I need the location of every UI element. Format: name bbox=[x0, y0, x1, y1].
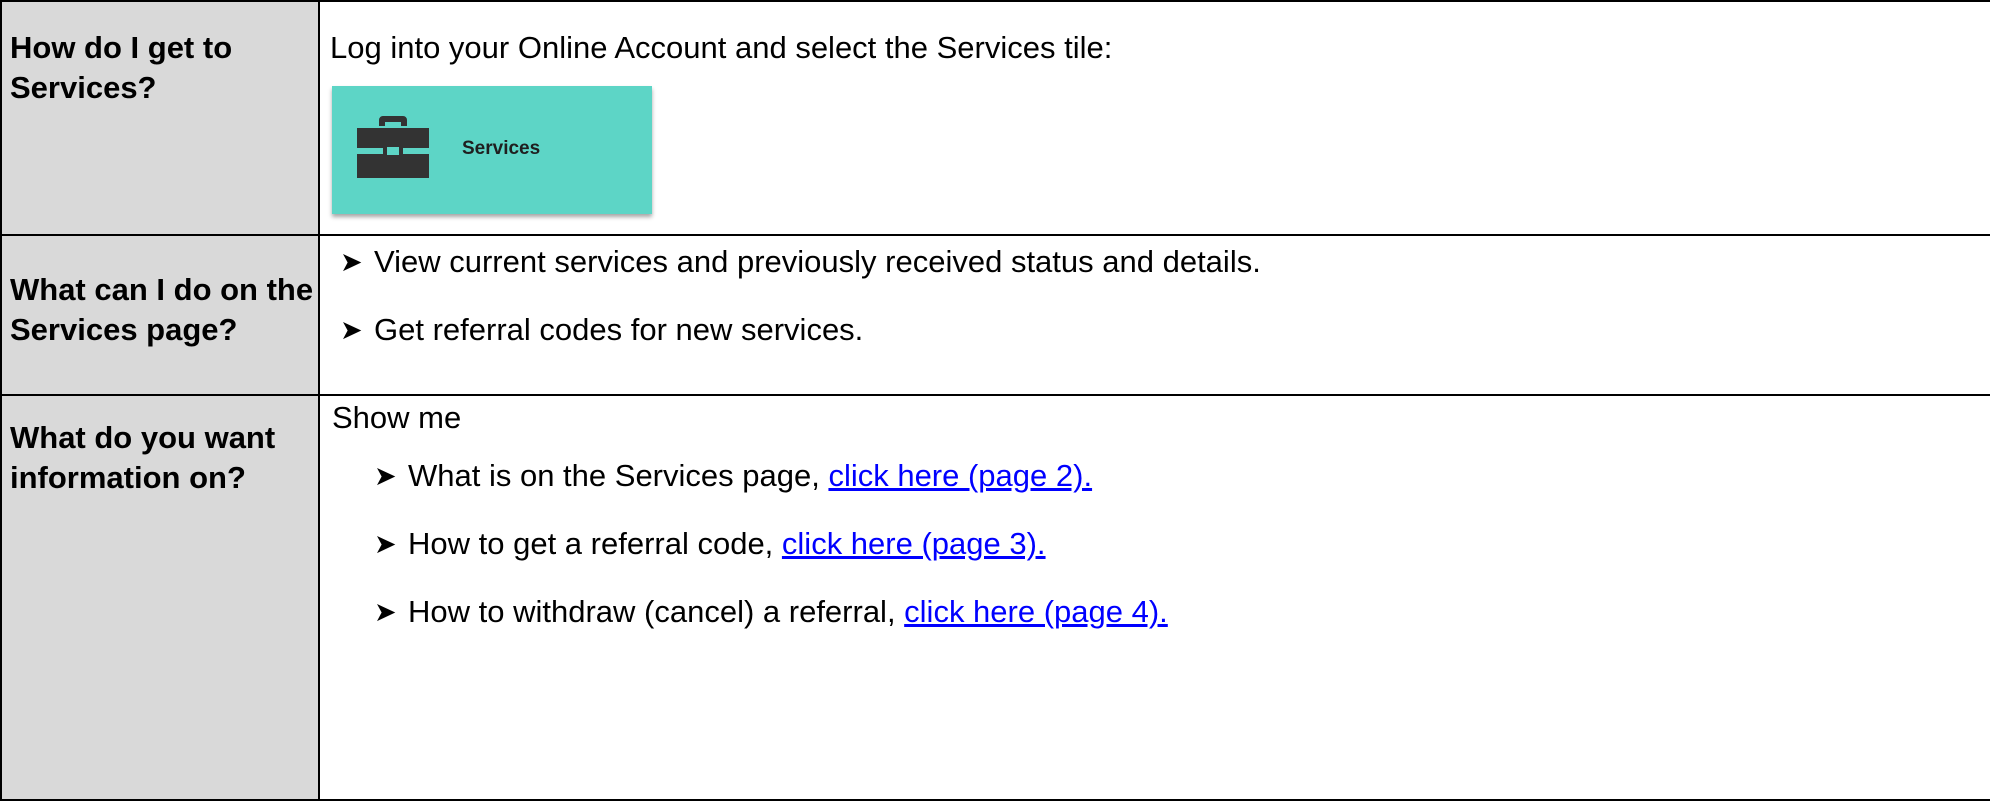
answer-intro: Log into your Online Account and select … bbox=[330, 30, 1113, 65]
faq-row: What can I do on the Services page? ➤ Vi… bbox=[0, 234, 1990, 396]
question-cell: How do I get to Services? bbox=[0, 0, 320, 236]
list-item: ➤ Get referral codes for new services. bbox=[320, 310, 1990, 350]
arrow-bullet-icon: ➤ bbox=[374, 597, 397, 627]
arrow-bullet-icon: ➤ bbox=[374, 529, 397, 559]
services-tile-label: Services bbox=[462, 138, 541, 159]
list-item-text: Get referral codes for new services. bbox=[374, 312, 864, 347]
answer-cell: ➤ View current services and previously r… bbox=[318, 234, 1990, 396]
question-cell: What can I do on the Services page? bbox=[0, 234, 320, 396]
list-item-text: How to get a referral code, bbox=[408, 526, 782, 561]
arrow-bullet-icon: ➤ bbox=[374, 461, 397, 491]
page-4-link[interactable]: click here (page 4). bbox=[904, 594, 1168, 629]
question-text: What can I do on the Services page? bbox=[10, 272, 314, 347]
capabilities-list: ➤ View current services and previously r… bbox=[320, 242, 1990, 350]
list-item-text: How to withdraw (cancel) a referral, bbox=[408, 594, 905, 629]
faq-row: What do you want information on? Show me… bbox=[0, 394, 1990, 801]
list-item: ➤ How to withdraw (cancel) a referral, c… bbox=[354, 592, 1990, 632]
page-2-link[interactable]: click here (page 2). bbox=[828, 458, 1092, 493]
answer-cell: Show me ➤ What is on the Services page, … bbox=[318, 394, 1990, 801]
arrow-bullet-icon: ➤ bbox=[340, 315, 363, 345]
topics-list: ➤ What is on the Services page, click he… bbox=[354, 456, 1990, 632]
services-tile[interactable]: Services bbox=[332, 86, 652, 214]
list-item: ➤ View current services and previously r… bbox=[320, 242, 1990, 282]
capabilities-list-wrap: ➤ View current services and previously r… bbox=[320, 236, 1990, 350]
faq-row: How do I get to Services? Log into your … bbox=[0, 0, 1990, 236]
list-item: ➤ How to get a referral code, click here… bbox=[354, 524, 1990, 564]
arrow-bullet-icon: ➤ bbox=[340, 247, 363, 277]
briefcase-icon bbox=[357, 116, 429, 178]
list-item-text: What is on the Services page, bbox=[408, 458, 829, 493]
topics-list-wrap: ➤ What is on the Services page, click he… bbox=[320, 438, 1990, 632]
question-text: How do I get to Services? bbox=[10, 30, 233, 105]
faq-table: How do I get to Services? Log into your … bbox=[0, 0, 1990, 801]
page-3-link[interactable]: click here (page 3). bbox=[782, 526, 1046, 561]
list-item-text: View current services and previously rec… bbox=[374, 244, 1261, 279]
answer-cell: Log into your Online Account and select … bbox=[318, 0, 1990, 236]
question-cell: What do you want information on? bbox=[0, 394, 320, 801]
faq-page: How do I get to Services? Log into your … bbox=[0, 0, 1990, 803]
list-item: ➤ What is on the Services page, click he… bbox=[354, 456, 1990, 496]
question-text: What do you want information on? bbox=[10, 420, 276, 495]
show-me-label: Show me bbox=[332, 400, 462, 435]
